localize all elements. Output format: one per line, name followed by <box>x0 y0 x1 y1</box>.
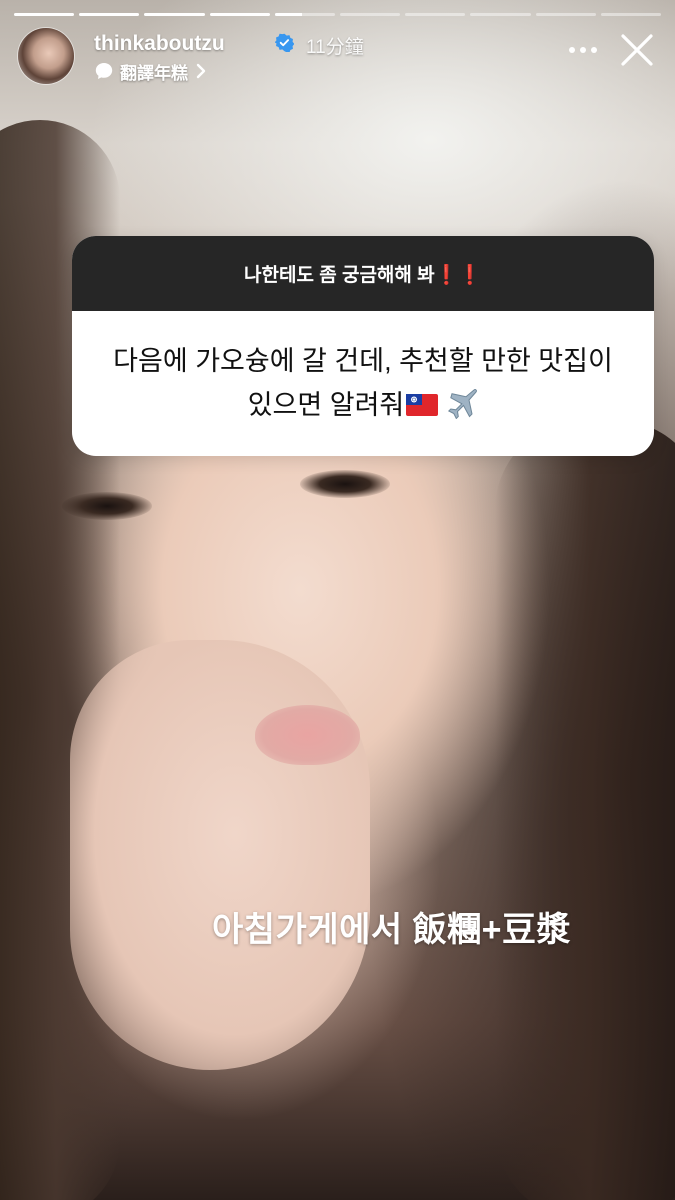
left-eye-shape <box>62 492 152 520</box>
translate-label: 翻譯年糕 <box>120 63 188 83</box>
progress-segment <box>14 13 75 16</box>
progress-segment <box>600 13 662 16</box>
question-sticker-title: 나한테도 좀 궁금해해 봐❗❗ <box>72 236 654 311</box>
story-photo <box>0 0 675 1200</box>
taiwan-flag-emoji <box>406 394 439 416</box>
progress-segment <box>535 13 596 16</box>
progress-segment <box>79 13 140 16</box>
avatar[interactable] <box>18 28 74 84</box>
progress-segment <box>470 13 531 16</box>
hair-right-shape <box>495 420 675 1200</box>
question-text: 다음에 가오슝에 갈 건데, 추천할 만한 맛집이 있으면 알려줘 <box>113 346 613 420</box>
close-button[interactable] <box>617 30 657 70</box>
progress-segment <box>340 13 401 16</box>
progress-segment-fill <box>144 13 205 16</box>
hand-shape <box>70 640 370 1070</box>
more-options-button[interactable] <box>565 36 601 64</box>
mouth-shape <box>255 705 360 765</box>
progress-segment-fill <box>209 13 270 16</box>
translate-link[interactable]: 翻譯年糕 <box>94 59 208 83</box>
answer-text: 아침가게에서 飯糰+豆漿 <box>212 911 571 949</box>
story-viewer[interactable]: thinkaboutzu 11分鐘 翻譯年糕 나한테도 좀 궁금해해 봐❗❗ 다… <box>0 0 675 1200</box>
progress-segment <box>274 13 336 16</box>
progress-segment-fill <box>274 13 302 16</box>
username[interactable]: thinkaboutzu <box>94 32 225 56</box>
airplane-emoji <box>448 389 478 419</box>
story-header: thinkaboutzu 11分鐘 翻譯年糕 <box>18 28 657 88</box>
right-eye-shape <box>300 470 390 498</box>
close-icon <box>621 34 653 66</box>
verified-badge-icon <box>275 33 294 52</box>
post-time: 11分鐘 <box>306 37 364 58</box>
question-sticker: 나한테도 좀 궁금해해 봐❗❗ 다음에 가오슝에 갈 건데, 추천할 만한 맛집… <box>72 236 654 456</box>
chevron-right-icon <box>196 63 206 79</box>
progress-segment <box>144 13 205 16</box>
more-dots-icon <box>569 47 597 53</box>
speech-bubble-icon <box>95 63 113 79</box>
progress-segment <box>209 13 270 16</box>
progress-segment <box>405 13 466 16</box>
story-progress-bar <box>14 13 662 16</box>
progress-segment-fill <box>14 13 75 16</box>
question-sticker-body: 다음에 가오슝에 갈 건데, 추천할 만한 맛집이 있으면 알려줘 <box>72 311 654 427</box>
progress-segment-fill <box>79 13 140 16</box>
